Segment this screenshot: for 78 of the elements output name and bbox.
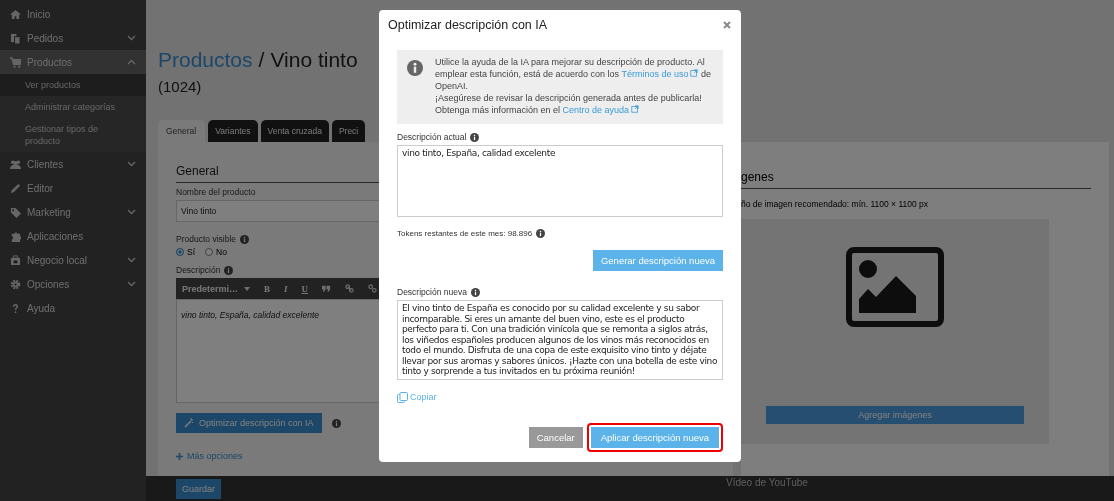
- info-icon: [331, 418, 341, 428]
- sidebar-item[interactable]: Pedidos: [0, 26, 146, 50]
- format-dropdown[interactable]: Predetermi…: [182, 283, 251, 294]
- submenu-item[interactable]: Ver productos: [0, 74, 146, 96]
- info-icon: [470, 132, 480, 142]
- plus-icon: [176, 452, 183, 460]
- sidebar-item[interactable]: Marketing: [0, 200, 146, 224]
- menu-item-icon: [10, 32, 21, 44]
- tab[interactable]: General: [158, 120, 206, 142]
- info-text: Utilice la ayuda de la IA para mejorar su descripción de producto. Al emplear esta función, está de acuerdo con los Términos de uso de OpenAI.: [435, 56, 712, 92]
- apply-button[interactable]: Aplicar descripción nueva: [590, 426, 719, 448]
- sidebar-item[interactable]: Ayuda: [0, 296, 146, 320]
- add-images-button[interactable]: Agregar imágenes: [766, 406, 1024, 424]
- magic-wand-icon: [184, 418, 194, 428]
- toolbar-button[interactable]: I: [284, 283, 288, 294]
- link-icon[interactable]: [345, 284, 355, 293]
- menu-item-icon: [10, 56, 21, 68]
- sidebar-item[interactable]: Aplicaciones: [0, 224, 146, 248]
- field-label: Descripción: [176, 265, 221, 275]
- unlink-icon[interactable]: [368, 284, 378, 293]
- sidebar-item[interactable]: Negocio local: [0, 248, 146, 272]
- image-size-hint: ño de imagen recomendado: mín. 1100 × 1100 px: [741, 199, 930, 209]
- breadcrumb-separator: /: [258, 48, 265, 72]
- external-link-icon: [631, 105, 640, 113]
- close-icon[interactable]: [723, 21, 731, 29]
- save-button[interactable]: Guardar: [176, 478, 222, 499]
- toolbar-button[interactable]: B: [264, 283, 271, 294]
- caret-icon: [244, 286, 251, 291]
- image-placeholder-icon: [846, 247, 944, 327]
- menu-item-icon: [10, 230, 21, 242]
- sidebar-item[interactable]: Clientes: [0, 152, 146, 176]
- section-heading: Vídeo de YouTube: [726, 477, 808, 488]
- radio-button[interactable]: [176, 248, 184, 256]
- tokens-remaining: Tokens restantes de este mes: 98.896: [397, 229, 533, 238]
- menu-item-icon: [10, 278, 21, 290]
- tab[interactable]: Venta cruzada: [260, 120, 329, 142]
- field-label: Descripción nueva: [397, 287, 467, 297]
- external-link-icon: [690, 69, 699, 77]
- info-icon: [224, 265, 234, 275]
- menu-item-icon: [10, 254, 21, 266]
- toolbar-button[interactable]: U: [301, 283, 309, 294]
- breadcrumb-link[interactable]: Productos: [158, 48, 253, 72]
- menu-item-icon: [10, 302, 21, 314]
- field-label: Descripción actual: [397, 132, 467, 142]
- sidebar-item[interactable]: Opciones: [0, 272, 146, 296]
- copy-icon: [397, 391, 408, 403]
- sidebar-item[interactable]: Editor: [0, 176, 146, 200]
- menu-item-icon: [10, 182, 21, 194]
- field-label: Producto visible: [176, 234, 236, 244]
- sidebar-item[interactable]: Productos: [0, 50, 146, 74]
- quote-icon[interactable]: [322, 284, 332, 293]
- help-link[interactable]: Términos de uso: [621, 69, 699, 79]
- text-area-field[interactable]: vino tinto, España, calidad excelente: [397, 145, 723, 217]
- menu-item-icon: [10, 206, 21, 218]
- menu-item-icon: [10, 158, 21, 170]
- info-icon: [536, 229, 546, 238]
- info-text: ¡Asegúrese de revisar la descripción generada antes de publicarla! Obtenga más información en el Centro de ayuda: [435, 92, 703, 116]
- page-title: Vino tinto: [270, 48, 358, 72]
- radio-label: No: [216, 247, 227, 257]
- radio-button[interactable]: [205, 248, 214, 256]
- field-label: Nombre del producto: [176, 187, 256, 197]
- cancel-button[interactable]: Cancelar: [528, 426, 583, 448]
- info-icon: [240, 234, 249, 244]
- tab[interactable]: Variantes: [208, 120, 258, 142]
- generate-button[interactable]: Generar descripción nueva: [592, 250, 723, 271]
- dialog-title: Optimizar descripción con IA: [388, 18, 548, 32]
- menu-item-icon: [10, 8, 21, 20]
- tab[interactable]: Preci: [331, 120, 366, 142]
- section-heading: genes: [741, 170, 1091, 189]
- sidebar-item[interactable]: Inicio: [0, 2, 146, 26]
- help-link[interactable]: Centro de ayuda: [562, 105, 640, 115]
- more-options-link[interactable]: Más opciones: [176, 451, 715, 461]
- info-icon: [407, 60, 423, 76]
- product-count: (1024): [158, 78, 202, 95]
- info-icon: [470, 287, 480, 297]
- radio-label: Sí: [187, 247, 196, 257]
- text-area-field[interactable]: El vino tinto de España es conocido por su calidad excelente y su sabor incomparable. Si eres un amante del buen vino, este es el producto perfecto para ti. Con una tradición vinícola que se remonta a siglos atrás, los viñedos españoles producen algunos de los vinos más reconocidos en todo el mundo. Disfruta de una copa de este exquisito vino tinto y déjate llevar por sus aromas y sabores únicos. ¡Hazte con una botella de este vino tinto y sorprende a tus invitados en tu próxima reunión!: [397, 300, 723, 380]
- optimize-button[interactable]: Optimizar descripción con IA: [176, 413, 322, 433]
